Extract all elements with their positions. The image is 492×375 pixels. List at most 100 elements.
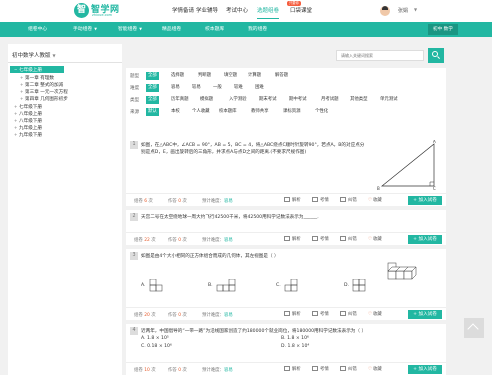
favorite-button[interactable]: ♡收藏 [368,197,382,203]
report-button[interactable]: 纠错 [340,311,357,317]
search-input[interactable] [336,50,424,61]
filter-option[interactable]: 教师共享 [249,108,271,116]
tree-item[interactable]: − 七年级上册 [14,67,42,73]
filter-option[interactable]: 较易 [190,84,203,92]
add-to-paper-button[interactable]: + 加入试卷 [408,310,442,319]
analysis-button[interactable]: 解析 [284,197,301,203]
exam-icon [312,236,318,241]
filter-option[interactable]: 期中考试 [287,96,309,104]
add-to-paper-button[interactable]: + 加入试卷 [408,235,442,244]
filter-option[interactable]: 困难 [253,84,266,92]
exam-button[interactable]: 考情 [312,236,329,242]
tab-premium-zujuan[interactable]: 精品组卷 [162,22,181,37]
filter-option[interactable]: 判断题 [196,72,213,80]
filter-option[interactable]: 个性化 [313,108,330,116]
question-text[interactable]: 天宫二号在太空绕地球一周大约飞行42500千米，将42500用科学记数法表示为_… [141,214,439,221]
nav-item-xueqing[interactable]: 学情备请 [172,6,194,14]
favorite-button[interactable]: ♡收藏 [368,366,382,372]
answer-option[interactable]: B. 1.8 × 10⁶ [281,336,309,341]
filter-option[interactable]: 课标资源 [281,108,303,116]
chevron-down-icon[interactable]: ▼ [414,7,417,12]
tree-item[interactable]: + 第二章 整式的加减 [20,82,63,88]
filter-option[interactable]: 默认 [146,108,159,116]
tree-item[interactable]: + 八年级下册 [14,118,42,124]
tree-item-label: 九年级下册 [19,133,42,138]
question-text[interactable]: 如图，在△ABC中，∠ACB = 90°，AB = 5，BC = 4，将△ABC… [141,142,366,156]
filter-option[interactable]: 模拟题 [198,96,215,104]
tree-item[interactable]: + 九年级上册 [14,125,42,131]
exam-button[interactable]: 考情 [312,311,329,317]
analysis-icon [284,366,290,371]
tree-item[interactable]: + 第四章 几何图形初步 [20,96,68,102]
hot-badge: 只要你 [287,1,301,6]
avatar[interactable] [380,6,390,16]
search-button[interactable] [428,48,444,63]
zujuan-count: 组卷 6 次 [134,199,153,204]
filter-option[interactable]: 全部 [146,84,159,92]
analysis-button[interactable]: 解析 [284,366,301,372]
exam-button[interactable]: 考情 [312,197,329,203]
analysis-button[interactable]: 解析 [284,311,301,317]
favorite-button[interactable]: ♡收藏 [368,236,382,242]
exam-button[interactable]: 考情 [312,366,329,372]
filter-option[interactable]: 容易 [169,84,182,92]
question-text[interactable]: 近两年，中国倡导的“一带一路”为沿线国家创造了约180000个就业岗位，将180… [141,328,439,335]
answer-option[interactable]: C. 0.18 × 10⁶ [141,344,172,349]
filter-option[interactable]: 单元测试 [378,96,400,104]
tree-item[interactable]: + 九年级下册 [14,132,42,138]
filter-option[interactable]: 一般 [211,84,224,92]
analysis-button[interactable]: 解析 [284,236,301,242]
nav-item-koudai[interactable]: 口袋课堂 [290,6,312,14]
difficulty: 预计难度：容易 [202,313,233,318]
nav-item-xuanti-active[interactable]: 选题组卷 [257,6,280,19]
filter-option[interactable]: 选择题 [169,72,186,80]
filter-label: 难度 [130,86,140,91]
question-number: 4 [130,327,138,335]
nav-item-xueye[interactable]: 学业辅导 [196,6,218,14]
report-button[interactable]: 纠错 [340,197,357,203]
tab-label: 校本题库 [205,27,225,32]
tree-item-label: 九年级上册 [19,126,42,131]
filter-option[interactable]: 较难 [232,84,245,92]
filter-option[interactable]: 其他类型 [348,96,370,104]
answer-count: 作答 0 次 [168,368,187,373]
filter-option[interactable]: 本校 [169,108,182,116]
tab-manual-zujuan[interactable]: 手动组卷 ▼ [73,22,97,37]
subject-switch-button[interactable]: 初中 数学 [428,24,458,35]
tree-item[interactable]: + 第三章 一元一次方程 [20,89,68,95]
username[interactable]: 张娟 [398,7,408,14]
filter-option[interactable]: 解答题 [273,72,290,80]
tree-item[interactable]: + 第一章 有理数 [20,75,54,81]
answer-option[interactable]: A. 1.8 × 10⁵ [141,336,169,341]
textbook-version-label: 初中数学人教版 [12,53,51,59]
add-to-paper-button[interactable]: + 加入试卷 [408,196,442,205]
textbook-version-select[interactable]: 初中数学人教版 ▼ [12,51,56,59]
report-button[interactable]: 纠错 [340,366,357,372]
tree-item[interactable]: + 七年级下册 [14,104,42,110]
tab-my-zujuan[interactable]: 我的组卷 [248,22,267,37]
filter-option[interactable]: 计算题 [246,72,263,80]
filter-option[interactable]: 全部 [146,72,159,80]
difficulty: 预计难度：容易 [202,368,233,373]
filter-option[interactable]: 历年真题 [169,96,191,104]
tree-item[interactable]: + 八年级上册 [14,111,42,117]
filter-option[interactable]: 个人收藏 [190,108,212,116]
tab-school-bank[interactable]: 校本题库 [205,22,224,37]
chapter-sidebar: 初中数学人教版 ▼ − 七年级上册 + 第一章 有理数 + 第二章 整式的加减 + 第三章 一元… [8,44,122,375]
filter-option[interactable]: 校本题库 [217,108,239,116]
favorite-button[interactable]: ♡收藏 [368,311,382,317]
answer-option[interactable]: D. 1.8 × 10⁴ [281,344,309,349]
back-to-top-button[interactable] [464,318,484,338]
filter-option[interactable]: 填空题 [222,72,239,80]
filter-option[interactable]: 月考试题 [319,96,341,104]
nav-item-kaoshi[interactable]: 考试中心 [226,6,248,14]
tab-smart-zujuan[interactable]: 智能组卷 ▼ [118,22,142,37]
add-to-paper-button[interactable]: + 加入试卷 [408,365,442,374]
report-button[interactable]: 纠错 [340,236,357,242]
filter-option[interactable]: 入学测验 [227,96,249,104]
filter-option[interactable]: 全部 [146,96,159,104]
logo[interactable]: 智 智学网 zhixue.com [74,3,144,19]
question-footer: 组卷 20 次 作答 0 次 预计难度：容易 解析 考情 纠错 ♡收藏 + 加入试卷 [126,307,446,320]
tab-zujuan-center[interactable]: 组卷中心 [28,22,47,37]
filter-option[interactable]: 期末考试 [257,96,279,104]
